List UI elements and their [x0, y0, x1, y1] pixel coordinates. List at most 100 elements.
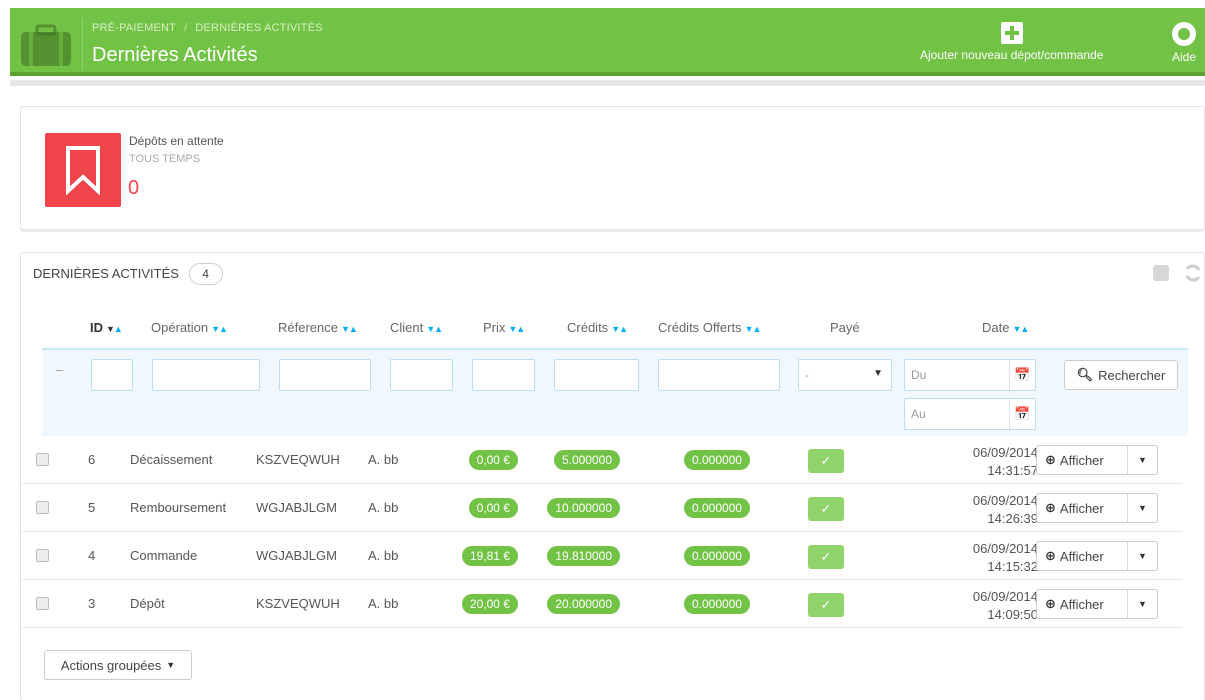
caret-down-icon[interactable]: ▼	[1127, 494, 1157, 522]
caret-down-icon[interactable]: ▼	[1127, 590, 1157, 618]
date-to-placeholder: Au	[911, 407, 926, 421]
row-date-day: 06/09/2014	[972, 445, 1038, 460]
sort-arrows-icon[interactable]: ▼▲	[341, 324, 358, 334]
table-header: ID ▼▲ Opération ▼▲ Réference ▼▲ Client ▼▲ Pr…	[42, 312, 1202, 346]
row-price-badge: 19,81 €	[461, 546, 518, 566]
row-operation: Dépôt	[130, 596, 165, 611]
help-label: Aide	[1172, 50, 1197, 64]
row-checkbox[interactable]	[36, 597, 49, 610]
row-view-button[interactable]: ⊕ Afficher ▼	[1036, 493, 1158, 523]
filter-credits-input[interactable]	[554, 359, 639, 391]
caret-down-icon[interactable]: ▼	[1127, 446, 1157, 474]
row-price-badge: 20,00 €	[461, 594, 518, 614]
row-date-time: 14:26:39	[987, 511, 1038, 526]
breadcrumb-item-prepaiement[interactable]: PRÉ-PAIEMENT	[92, 22, 176, 34]
row-view-button[interactable]: ⊕ Afficher ▼	[1036, 445, 1158, 475]
row-id: 3	[88, 596, 96, 611]
row-date-time: 14:09:50	[987, 607, 1038, 622]
sort-arrows-icon[interactable]: ▼▲	[426, 324, 443, 334]
bulk-actions-button[interactable]: Actions groupées ▼	[44, 650, 192, 680]
row-credits-offered-badge: 0.000000	[684, 594, 751, 614]
breadcrumb-item-dernieres-activites[interactable]: DERNIÈRES ACTIVITÉS	[195, 22, 322, 34]
filter-date-from-input[interactable]: Du 📅	[904, 359, 1036, 391]
row-credits-badge: 19.810000	[547, 546, 620, 566]
caret-down-icon[interactable]: ▼	[1127, 542, 1157, 570]
date-from-placeholder: Du	[911, 368, 927, 382]
col-paid: Payé	[830, 320, 860, 335]
search-button-label: Rechercher	[1098, 367, 1166, 383]
table-row: 5 Remboursement WGJABJLGM A. bb 0,00 € 10.000…	[22, 484, 1182, 532]
row-client: A. bb	[368, 452, 399, 467]
search-button[interactable]: 🔍︎ Rechercher	[1064, 360, 1178, 390]
row-reference: WGJABJLGM	[256, 500, 337, 515]
filter-client-input[interactable]	[390, 359, 453, 391]
kpi-title: Dépôts en attente	[129, 134, 224, 148]
filter-credits-offered-input[interactable]	[658, 359, 780, 391]
row-date: 06/09/2014 14:09:50	[973, 588, 1038, 624]
page-title: Dernières Activités	[92, 44, 258, 66]
filter-id-input[interactable]	[91, 359, 133, 391]
table-row: 4 Commande WGJABJLGM A. bb 19,81 € 19.810000 0…	[22, 532, 1182, 580]
row-client: A. bb	[368, 500, 399, 515]
sort-arrows-icon[interactable]: ▼▲	[106, 324, 123, 334]
row-id: 6	[88, 452, 96, 467]
row-view-button[interactable]: ⊕ Afficher ▼	[1036, 589, 1158, 619]
zoom-in-icon: ⊕	[1045, 452, 1056, 467]
col-reference[interactable]: Réference ▼▲	[278, 320, 358, 335]
col-date[interactable]: Date ▼▲	[982, 320, 1029, 335]
sort-arrows-icon[interactable]: ▼▲	[211, 324, 228, 334]
row-operation: Commande	[130, 548, 198, 563]
row-reference: KSZVEQWUH	[256, 452, 340, 467]
col-price[interactable]: Prix ▼▲	[483, 320, 525, 335]
row-checkbox[interactable]	[36, 501, 49, 514]
row-client: A. bb	[368, 596, 399, 611]
row-paid-check-icon: ✓	[808, 449, 844, 473]
kpi-subtitle: TOUS TEMPS	[129, 153, 201, 165]
kpi-panel: Dépôts en attente TOUS TEMPS 0	[20, 106, 1205, 230]
filter-date-to-input[interactable]: Au 📅	[904, 398, 1036, 430]
panel-title: DERNIÈRES ACTIVITÉS	[33, 266, 179, 281]
row-checkbox[interactable]	[36, 453, 49, 466]
row-date: 06/09/2014 14:15:32	[973, 540, 1038, 576]
caret-down-icon: ▼	[873, 368, 883, 379]
row-checkbox[interactable]	[36, 549, 49, 562]
col-credits[interactable]: Crédits ▼▲	[567, 320, 628, 335]
row-view-button[interactable]: ⊕ Afficher ▼	[1036, 541, 1158, 571]
col-credits-offered[interactable]: Crédits Offerts ▼▲	[658, 320, 762, 335]
filter-reference-input[interactable]	[279, 359, 371, 391]
lifebuoy-icon	[1172, 22, 1196, 46]
row-date: 06/09/2014 14:31:57	[973, 444, 1038, 480]
sort-arrows-icon[interactable]: ▼▲	[745, 324, 762, 334]
col-operation[interactable]: Opération ▼▲	[151, 320, 228, 335]
sort-arrows-icon[interactable]: ▼▲	[611, 324, 628, 334]
table-row: 6 Décaissement KSZVEQWUH A. bb 0,00 € 5.00000…	[22, 436, 1182, 484]
refresh-icon[interactable]	[1183, 263, 1203, 283]
sort-arrows-icon[interactable]: ▼▲	[508, 324, 525, 334]
filter-operation-input[interactable]	[152, 359, 260, 391]
col-client[interactable]: Client ▼▲	[390, 320, 443, 335]
row-date-time: 14:31:57	[987, 463, 1038, 478]
row-credits-badge: 5.000000	[553, 450, 620, 470]
filter-price-input[interactable]	[472, 359, 535, 391]
row-reference: KSZVEQWUH	[256, 596, 340, 611]
row-operation: Décaissement	[130, 452, 213, 467]
row-date-day: 06/09/2014	[972, 589, 1038, 604]
sort-arrows-icon[interactable]: ▼▲	[1012, 324, 1029, 334]
add-new-icon[interactable]	[1153, 265, 1169, 281]
calendar-icon[interactable]: 📅	[1009, 399, 1035, 429]
help-button[interactable]: Aide	[1172, 22, 1196, 64]
row-date-day: 06/09/2014	[972, 493, 1038, 508]
row-view-label: Afficher	[1059, 596, 1104, 612]
calendar-icon[interactable]: 📅	[1009, 360, 1035, 390]
col-id[interactable]: ID ▼▲	[90, 320, 123, 335]
bookmark-icon	[66, 146, 100, 195]
header-divider	[82, 18, 83, 70]
filter-paid-select[interactable]: - ▼	[798, 359, 892, 391]
filter-reset[interactable]: –	[56, 362, 63, 377]
count-badge: 4	[188, 263, 223, 285]
row-price-badge: 0,00 €	[468, 450, 518, 470]
table-row: 3 Dépôt KSZVEQWUH A. bb 20,00 € 20.000000 0.00…	[22, 580, 1182, 628]
page-header: PRÉ-PAIEMENT / DERNIÈRES ACTIVITÉS Dernièr…	[10, 8, 1205, 76]
row-reference: WGJABJLGM	[256, 548, 337, 563]
add-deposit-button[interactable]: Ajouter nouveau dépot/commande	[920, 22, 1103, 62]
